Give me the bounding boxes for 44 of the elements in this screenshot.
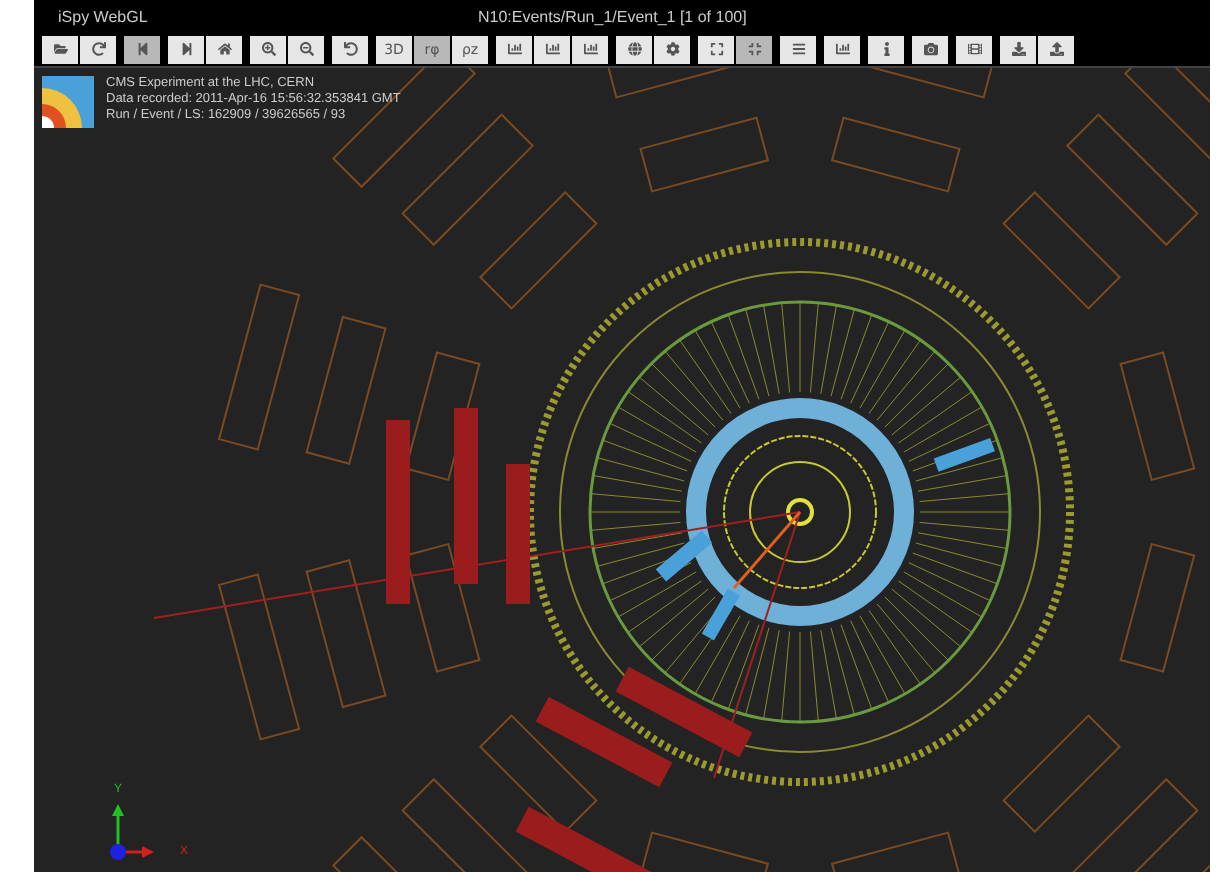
toolbar-button[interactable] (124, 35, 160, 63)
toolbar-button[interactable] (80, 35, 116, 63)
toolbar-button[interactable] (1000, 35, 1036, 63)
toolbar-button[interactable] (496, 35, 532, 63)
toolbar-button[interactable] (572, 35, 608, 63)
reload-icon (91, 42, 105, 56)
compress-icon (747, 42, 761, 56)
toolbar-button[interactable] (616, 35, 652, 63)
last-event-icon (179, 42, 193, 56)
toolbar-button[interactable] (868, 35, 904, 63)
toolbar-button[interactable] (698, 35, 734, 63)
toolbar-button[interactable] (168, 35, 204, 63)
toolbar-button[interactable] (654, 35, 690, 63)
toolbar-button[interactable] (288, 35, 324, 63)
toolbar-button[interactable] (1038, 35, 1074, 63)
info-icon (879, 42, 893, 56)
toolbar-button[interactable] (332, 35, 368, 63)
toolbar-button[interactable] (736, 35, 772, 63)
camera-icon (923, 42, 937, 56)
toolbar-button[interactable] (250, 35, 286, 63)
zoom-out-icon (299, 42, 313, 56)
download-icon (1011, 42, 1025, 56)
chart-icon (835, 42, 849, 56)
first-event-icon (135, 42, 149, 56)
zoom-in-icon (261, 42, 275, 56)
home-icon (217, 42, 231, 56)
event-title: N10:Events/Run_1/Event_1 [1 of 100] (478, 7, 747, 25)
app-title: iSpy WebGL (56, 7, 150, 25)
upload-icon (1049, 42, 1063, 56)
undo-icon (343, 42, 357, 56)
toolbar-button[interactable] (534, 35, 570, 63)
toolbar-button[interactable] (824, 35, 860, 63)
logo-icon (42, 76, 94, 128)
globe-icon (627, 42, 641, 56)
menu-icon (791, 42, 805, 56)
open-folder-icon (53, 42, 67, 56)
toolbar-button[interactable] (956, 35, 992, 63)
toolbar-button[interactable] (912, 35, 948, 63)
settings-icon (665, 42, 679, 56)
film-icon (967, 42, 981, 56)
toolbar-button[interactable] (206, 35, 242, 63)
expand-icon (709, 42, 723, 56)
toolbar-button[interactable] (780, 35, 816, 63)
toolbar-button[interactable] (42, 35, 78, 63)
